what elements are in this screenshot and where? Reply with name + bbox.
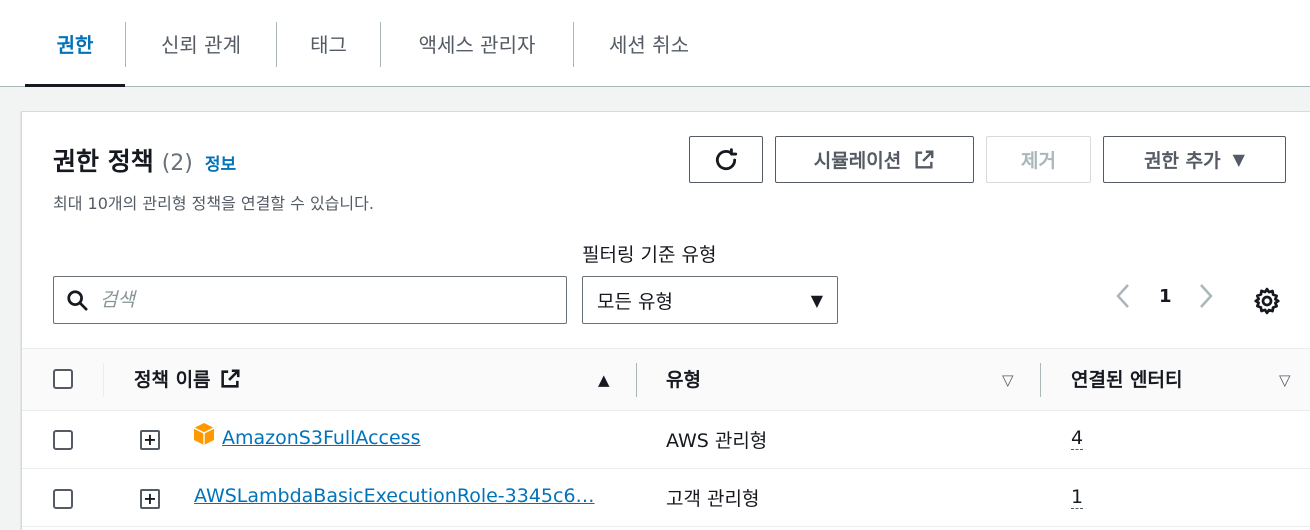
column-divider [1040, 363, 1041, 397]
next-page-button[interactable] [1197, 282, 1215, 315]
simulation-button[interactable]: 시뮬레이션 [775, 136, 974, 183]
permissions-policies-panel: 권한 정책 (2) 정보 최대 10개의 관리형 정책을 연결할 수 있습니다.… [21, 111, 1310, 530]
column-header-type[interactable]: 유형 [666, 365, 701, 392]
column-header-policy-name[interactable]: 정책 이름 [134, 365, 241, 392]
chevron-right-icon [1200, 284, 1213, 308]
refresh-icon [715, 147, 738, 170]
aws-managed-cube-icon [193, 423, 215, 445]
external-link-icon [220, 368, 240, 388]
policy-name-header-label: 정책 이름 [134, 369, 211, 391]
tab-tags[interactable]: 태그 [277, 0, 380, 86]
attached-entities-count[interactable]: 1 [1071, 486, 1084, 509]
current-page-number[interactable]: 1 [1159, 286, 1172, 307]
tab-trust-relationships[interactable]: 신뢰 관계 [126, 0, 276, 86]
previous-page-button[interactable] [1114, 282, 1132, 315]
search-icon [67, 290, 88, 311]
panel-title: 권한 정책 (2) 정보 [53, 142, 236, 178]
expand-row-plus-icon[interactable]: + [140, 489, 160, 509]
expand-row-plus-icon[interactable]: + [140, 430, 160, 450]
sort-icon[interactable]: ▽ [1002, 371, 1014, 389]
tab-bar: 권한 신뢰 관계 태그 액세스 관리자 세션 취소 [0, 0, 1310, 87]
row-checkbox[interactable] [53, 430, 73, 450]
add-permissions-label: 권한 추가 [1144, 150, 1221, 172]
filter-type-label: 필터링 기준 유형 [582, 244, 717, 266]
info-link[interactable]: 정보 [205, 150, 236, 175]
type-filter-select[interactable]: 모든 유형 ▼ [582, 276, 838, 324]
chevron-left-icon [1116, 284, 1129, 308]
sort-icon[interactable]: ▽ [1279, 371, 1291, 389]
caret-down-icon: ▼ [1232, 150, 1245, 169]
settings-gear-icon[interactable] [1252, 286, 1282, 316]
remove-button[interactable]: 제거 [986, 136, 1091, 183]
column-divider [103, 363, 104, 397]
search-field[interactable] [53, 276, 567, 324]
tab-revoke-sessions[interactable]: 세션 취소 [574, 0, 724, 86]
row-checkbox[interactable] [53, 489, 73, 509]
table-header: 정책 이름 ▲ 유형 ▽ 연결된 엔터티 ▽ [22, 348, 1310, 411]
column-divider [636, 363, 637, 397]
panel-description: 최대 10개의 관리형 정책을 연결할 수 있습니다. [53, 194, 374, 213]
table-row: + AWSLambdaBasicExecutionRole-3345c6… 고객… [22, 469, 1310, 527]
tab-permissions[interactable]: 권한 [25, 0, 125, 87]
refresh-button[interactable] [689, 136, 763, 183]
policy-name-link[interactable]: AmazonS3FullAccess [222, 427, 420, 449]
caret-down-icon: ▼ [810, 290, 823, 310]
add-permissions-button[interactable]: 권한 추가 ▼ [1103, 136, 1286, 183]
policy-count: (2) [161, 151, 193, 176]
column-header-attached-entities[interactable]: 연결된 엔터티 [1071, 365, 1183, 392]
type-filter-value: 모든 유형 [597, 290, 673, 313]
policy-type: 고객 관리형 [666, 488, 760, 510]
simulation-label: 시뮬레이션 [813, 150, 902, 172]
table-row: + AmazonS3FullAccess AWS 관리형 4 [22, 411, 1310, 469]
panel-title-text: 권한 정책 [53, 147, 154, 176]
sort-ascending-icon[interactable]: ▲ [598, 371, 610, 389]
attached-entities-count[interactable]: 4 [1071, 427, 1084, 450]
search-input[interactable] [100, 289, 540, 311]
external-link-icon [915, 150, 934, 169]
policy-type: AWS 관리형 [666, 430, 768, 452]
tab-access-advisor[interactable]: 액세스 관리자 [381, 0, 573, 86]
policy-name-link[interactable]: AWSLambdaBasicExecutionRole-3345c6… [194, 485, 595, 507]
select-all-checkbox[interactable] [53, 369, 73, 389]
